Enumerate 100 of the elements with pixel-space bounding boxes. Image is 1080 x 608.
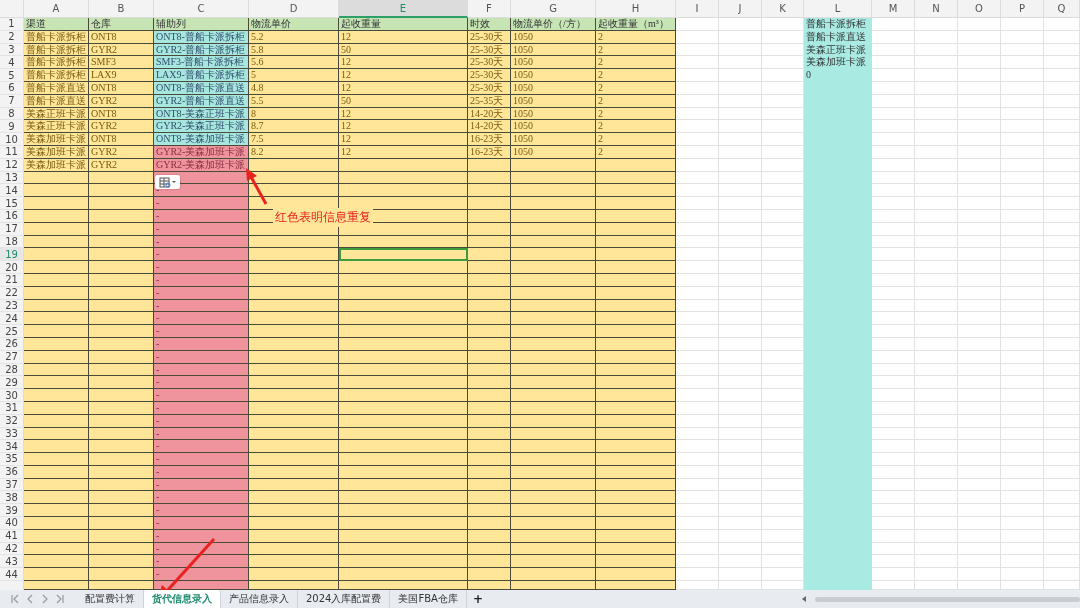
column-header[interactable]: N xyxy=(915,0,958,18)
row-header[interactable]: 34 xyxy=(0,440,24,454)
row-header[interactable]: 4 xyxy=(0,56,24,70)
table-cell: - xyxy=(154,440,249,454)
table-cell: 物流单价 xyxy=(249,18,339,31)
column-header[interactable]: C xyxy=(154,0,249,18)
table-cell: - xyxy=(154,197,249,210)
table-cell: 仓库 xyxy=(89,18,154,31)
column-header[interactable]: D xyxy=(249,0,339,18)
last-sheet-icon[interactable] xyxy=(55,594,65,604)
table-cell: 12 xyxy=(339,69,468,82)
column-header[interactable]: F xyxy=(468,0,511,18)
column-header[interactable]: Q xyxy=(1044,0,1080,18)
table-cell: 7.5 xyxy=(249,133,339,146)
column-header[interactable]: O xyxy=(958,0,1001,18)
table-cell: 12 xyxy=(339,120,468,134)
row-header[interactable]: 20 xyxy=(0,261,24,274)
table-cell: ONT8 xyxy=(89,133,154,146)
row-header[interactable] xyxy=(0,581,24,590)
row-header[interactable]: 5 xyxy=(0,69,24,82)
table-cell: LAX9 xyxy=(89,69,154,82)
table-cell: - xyxy=(154,491,249,505)
table-cell: - xyxy=(154,555,249,569)
table-cell: 5.6 xyxy=(249,56,339,70)
table-cell: 辅助列 xyxy=(154,18,249,31)
table-icon xyxy=(158,176,177,188)
table-cell: SMF3-普船卡派拆柜 xyxy=(154,56,249,70)
table-cell: 14-20天 xyxy=(468,120,511,134)
table-cell: 25-30天 xyxy=(468,56,511,70)
row-header[interactable]: 40 xyxy=(0,517,24,530)
first-sheet-icon[interactable] xyxy=(10,594,20,604)
column-header[interactable]: I xyxy=(676,0,719,18)
row-header[interactable]: 24 xyxy=(0,312,24,326)
table-cell: 渠道 xyxy=(24,18,89,31)
select-all-corner[interactable] xyxy=(0,0,24,18)
table-cell: 16-23天 xyxy=(468,133,511,146)
sheet-tab[interactable]: 美国FBA仓库 xyxy=(390,590,467,608)
row-header[interactable]: 15 xyxy=(0,197,24,210)
table-cell: 普船卡派拆柜 xyxy=(24,56,89,70)
row-header[interactable]: 1 xyxy=(0,18,24,31)
table-cell: - xyxy=(154,504,249,518)
table-cell: GYR2-美森正班卡派 xyxy=(154,120,249,134)
table-cell: - xyxy=(154,248,249,262)
column-header[interactable]: G xyxy=(511,0,596,18)
paste-options-button[interactable] xyxy=(155,175,180,189)
horizontal-scrollbar[interactable] xyxy=(815,596,1080,602)
row-header[interactable]: 44 xyxy=(0,568,24,582)
row-header[interactable]: 38 xyxy=(0,491,24,505)
table-cell: 1050 xyxy=(511,56,596,70)
column-header[interactable]: J xyxy=(719,0,762,18)
column-header[interactable]: K xyxy=(762,0,804,18)
table-cell: 时效 xyxy=(468,18,511,31)
row-header[interactable]: 43 xyxy=(0,555,24,569)
row-header[interactable]: 30 xyxy=(0,389,24,402)
row-header[interactable]: 39 xyxy=(0,504,24,518)
table-cell: - xyxy=(154,517,249,530)
table-cell: 1050 xyxy=(511,69,596,82)
table-cell: 2 xyxy=(596,133,676,146)
table-cell: - xyxy=(154,568,249,582)
row-header[interactable]: 35 xyxy=(0,453,24,466)
column-header[interactable]: P xyxy=(1001,0,1044,18)
row-header[interactable]: 9 xyxy=(0,120,24,134)
table-cell: - xyxy=(154,453,249,466)
row-header[interactable]: 25 xyxy=(0,325,24,338)
row-header[interactable]: 14 xyxy=(0,184,24,198)
column-header[interactable]: H xyxy=(596,0,676,18)
table-cell: GYR2 xyxy=(89,120,154,134)
table-cell: ONT8-美森加班卡派 xyxy=(154,133,249,146)
column-header[interactable]: M xyxy=(872,0,915,18)
column-header[interactable]: B xyxy=(89,0,154,18)
table-cell: - xyxy=(154,389,249,402)
column-header[interactable]: L xyxy=(804,0,872,18)
table-cell: 25-30天 xyxy=(468,69,511,82)
table-cell: 普船卡派拆柜 xyxy=(24,69,89,82)
table-cell: 美森加班卡派 xyxy=(24,133,89,146)
table-cell: 物流单价（/方） xyxy=(511,18,596,31)
table-cell: 1050 xyxy=(511,133,596,146)
table-cell: 美森正班卡派 xyxy=(24,120,89,134)
table-cell: - xyxy=(154,325,249,338)
annotation-text: 红色表明信息重复 xyxy=(273,208,373,227)
table-cell: 2 xyxy=(596,69,676,82)
table-cell: LAX9-普船卡派拆柜 xyxy=(154,69,249,82)
table-cell: 2 xyxy=(596,120,676,134)
table-cell: 普船卡派拆柜 xyxy=(804,18,872,31)
column-header[interactable]: A xyxy=(24,0,89,18)
sheet-tab[interactable]: 货代信息录入 xyxy=(144,590,221,608)
table-cell: - xyxy=(154,312,249,326)
row-header[interactable]: 29 xyxy=(0,376,24,390)
previous-sheet-icon[interactable] xyxy=(25,594,35,604)
table-cell: - xyxy=(154,376,249,390)
sheet-tab[interactable]: 2024入库配置费 xyxy=(298,590,391,608)
table-cell: 8.7 xyxy=(249,120,339,134)
row-header[interactable]: 10 xyxy=(0,133,24,146)
table-cell: 起收重量（m³） xyxy=(596,18,676,31)
table-cell: 5 xyxy=(249,69,339,82)
sheet-tab[interactable]: 产品信息录入 xyxy=(221,590,298,608)
table-cell: SMF3 xyxy=(89,56,154,70)
table-cell: 美森加班卡派 xyxy=(804,56,872,70)
add-sheet-button[interactable]: + xyxy=(466,590,489,608)
next-sheet-icon[interactable] xyxy=(40,594,50,604)
